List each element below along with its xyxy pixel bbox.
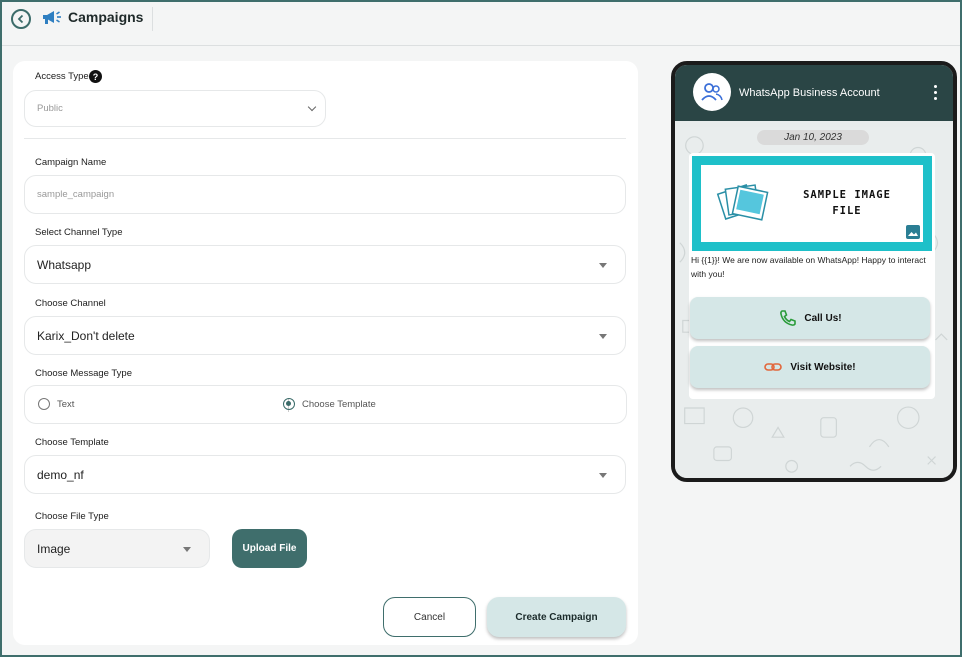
message-type-group: Text Choose Template — [24, 385, 627, 424]
access-type-select[interactable]: Public — [24, 90, 326, 127]
access-type-value: Public — [37, 103, 63, 114]
file-type-value: Image — [37, 541, 71, 556]
phone-icon — [780, 310, 797, 326]
template-value: demo_nf — [37, 467, 84, 482]
title-divider — [152, 7, 153, 31]
campaign-name-input[interactable]: sample_campaign — [24, 175, 626, 214]
access-type-label: Access Type — [35, 71, 89, 82]
photos-icon — [716, 184, 769, 221]
message-text: Hi {{1}}! We are now available on WhatsA… — [691, 255, 926, 279]
template-select[interactable]: demo_nf — [24, 455, 626, 494]
account-name: WhatsApp Business Account — [739, 87, 880, 99]
divider — [24, 138, 626, 139]
users-icon — [701, 83, 723, 101]
radio-choose-template[interactable]: Choose Template — [283, 398, 376, 410]
radio-template-label: Choose Template — [302, 398, 376, 410]
link-icon — [764, 363, 783, 371]
page-title: Campaigns — [68, 9, 144, 25]
whatsapp-preview: WhatsApp Business Account Jan 10, 2023 S… — [671, 61, 957, 482]
channel-type-label: Select Channel Type — [35, 227, 123, 238]
template-image: SAMPLE IMAGE FILE — [692, 156, 932, 251]
radio-text[interactable]: Text — [38, 398, 74, 410]
caret-down-icon — [599, 262, 607, 268]
avatar — [693, 73, 731, 111]
image-icon — [906, 225, 920, 239]
channel-value: Karix_Don't delete — [37, 328, 135, 343]
chevron-down-icon — [307, 102, 317, 111]
channel-type-value: Whatsapp — [37, 257, 92, 272]
image-text-line2: FILE — [832, 205, 862, 217]
file-type-select[interactable]: Image — [24, 529, 210, 568]
channel-type-select[interactable]: Whatsapp — [24, 245, 626, 284]
megaphone-icon — [41, 8, 63, 33]
image-text-line1: SAMPLE IMAGE — [803, 189, 891, 201]
template-label: Choose Template — [35, 437, 109, 448]
campaign-form: Access Type ? Public Campaign Name sampl… — [13, 61, 638, 645]
campaign-name-placeholder: sample_campaign — [37, 189, 115, 200]
caret-down-icon — [183, 546, 191, 552]
date-pill: Jan 10, 2023 — [757, 130, 869, 145]
create-campaign-button[interactable]: Create Campaign — [487, 597, 626, 637]
help-icon[interactable]: ? — [89, 70, 102, 83]
back-arrow-circle-icon[interactable] — [11, 9, 31, 29]
caret-down-icon — [599, 333, 607, 339]
visit-website-label: Visit Website! — [790, 361, 856, 373]
radio-unchecked-icon — [38, 398, 50, 410]
channel-label: Choose Channel — [35, 298, 106, 309]
upload-file-button[interactable]: Upload File — [232, 529, 307, 568]
caret-down-icon — [599, 472, 607, 478]
channel-select[interactable]: Karix_Don't delete — [24, 316, 626, 355]
radio-checked-icon — [283, 398, 295, 410]
file-type-label: Choose File Type — [35, 511, 109, 522]
radio-text-label: Text — [57, 398, 75, 410]
more-vert-icon[interactable] — [934, 85, 937, 103]
cancel-button[interactable]: Cancel — [383, 597, 476, 637]
call-us-button[interactable]: Call Us! — [690, 297, 930, 339]
visit-website-button[interactable]: Visit Website! — [690, 346, 930, 388]
message-bubble: SAMPLE IMAGE FILE Hi {{1}}! We are now a… — [689, 153, 935, 399]
campaign-name-label: Campaign Name — [35, 157, 107, 168]
wa-header: WhatsApp Business Account — [675, 65, 953, 121]
call-us-label: Call Us! — [804, 312, 842, 324]
message-type-label: Choose Message Type — [35, 368, 132, 379]
top-bar: Campaigns — [2, 2, 960, 46]
